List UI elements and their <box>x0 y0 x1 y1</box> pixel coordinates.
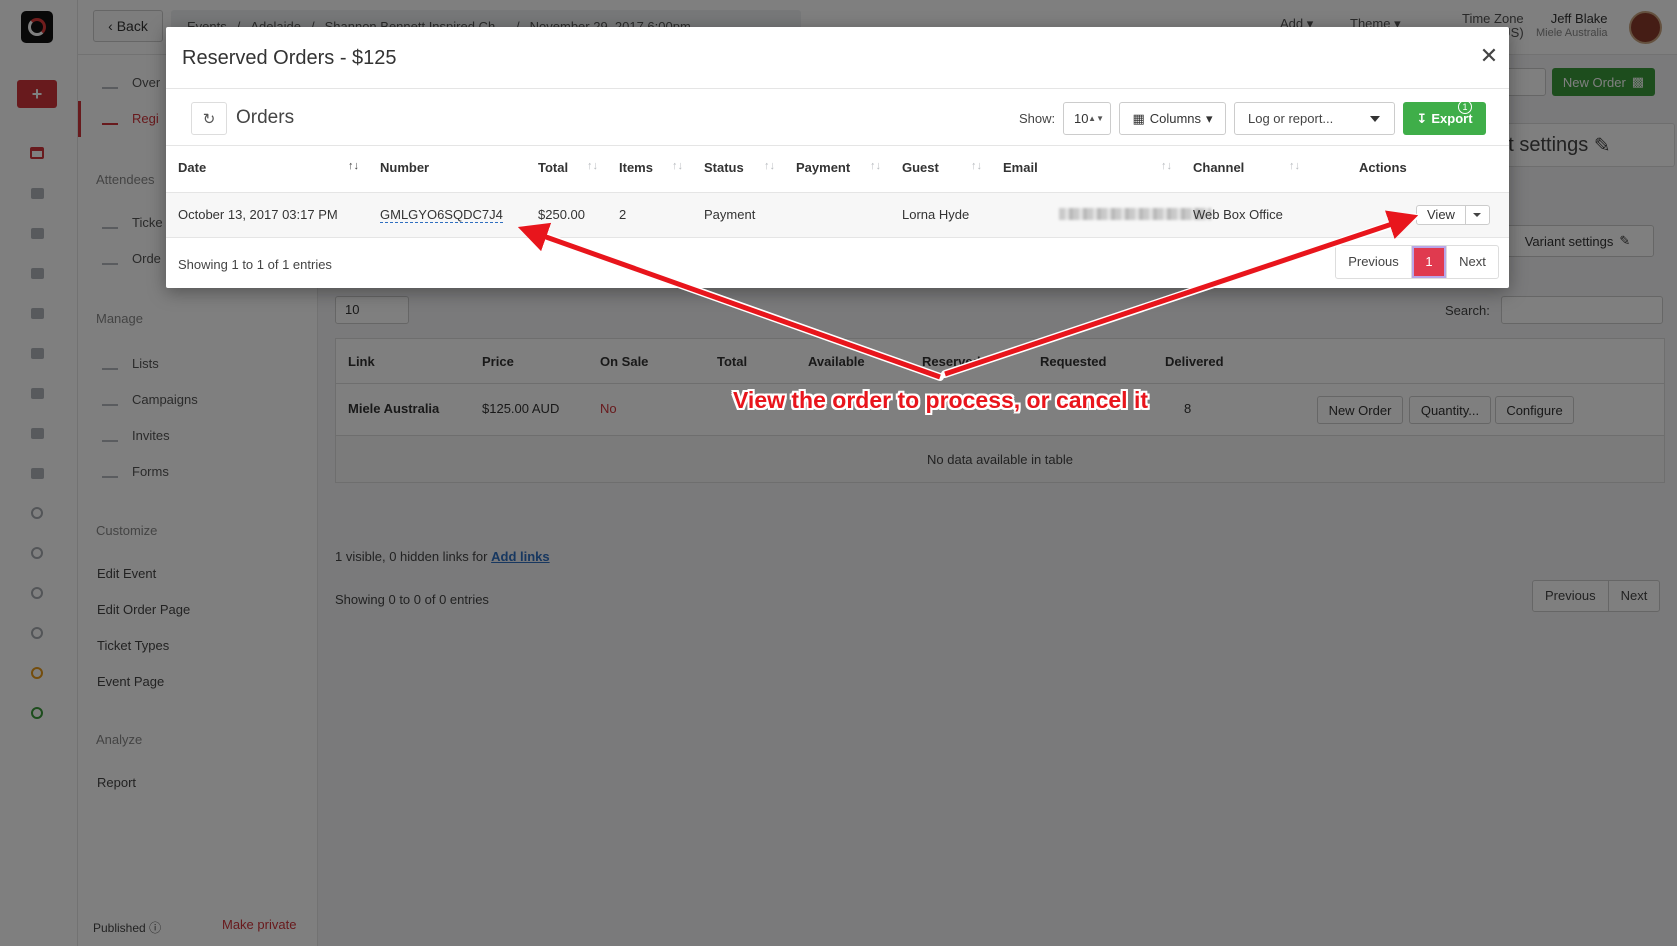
order-channel: Web Box Office <box>1193 207 1283 222</box>
log-report-select[interactable]: Log or report... <box>1234 102 1395 135</box>
next-page-button[interactable]: Next <box>1446 246 1498 278</box>
sort-icon[interactable]: ↑↓ <box>870 160 881 172</box>
sort-icon[interactable]: ↑↓ <box>764 160 775 172</box>
view-button-group: View <box>1416 205 1490 225</box>
sort-icon[interactable]: ↑↓ <box>587 160 598 172</box>
caret-down-icon: ▾ <box>1206 110 1213 126</box>
column-header-actions: Actions <box>1359 160 1407 175</box>
column-header-number[interactable]: Number <box>380 160 429 175</box>
column-header-channel[interactable]: Channel <box>1193 160 1244 175</box>
updown-icon: ▲▼ <box>1088 114 1104 123</box>
column-header-items[interactable]: Items <box>619 160 653 175</box>
sort-icon[interactable]: ↑↓ <box>672 160 683 172</box>
order-guest: Lorna Hyde <box>902 207 970 222</box>
column-header-payment[interactable]: Payment <box>796 160 850 175</box>
column-header-guest[interactable]: Guest <box>902 160 939 175</box>
order-number: GMLGYO6SQDC7J4 <box>380 207 503 223</box>
reserved-orders-modal: Reserved Orders - $125 ✕ ↻ Orders Show: … <box>166 27 1509 288</box>
table-icon: ▦ <box>1132 110 1145 126</box>
log-report-placeholder: Log or report... <box>1248 111 1334 126</box>
divider <box>166 145 1509 146</box>
page-size-value: 10 <box>1074 111 1089 126</box>
order-total: $250.00 <box>538 207 585 222</box>
column-header-date[interactable]: Date <box>178 160 206 175</box>
sort-icon[interactable]: ↑↓ <box>1161 160 1172 172</box>
sort-icon[interactable]: ↑↓ <box>971 160 982 172</box>
refresh-button[interactable]: ↻ <box>191 102 227 135</box>
divider <box>166 88 1509 89</box>
order-email-redacted <box>1059 208 1211 220</box>
order-date: October 13, 2017 03:17 PM <box>178 207 338 222</box>
modal-title: Reserved Orders - $125 <box>182 47 397 69</box>
column-header-email[interactable]: Email <box>1003 160 1038 175</box>
previous-page-button[interactable]: Previous <box>1336 246 1412 278</box>
sort-desc-icon[interactable]: ↑↓ <box>348 160 359 172</box>
column-header-status[interactable]: Status <box>704 160 744 175</box>
order-status: Payment <box>704 207 756 222</box>
order-items: 2 <box>619 207 627 222</box>
download-icon: ↧ <box>1416 110 1428 126</box>
close-icon[interactable]: ✕ <box>1477 43 1501 69</box>
annotation-label: View the order to process, or cancel it <box>733 387 1148 413</box>
view-button[interactable]: View <box>1417 206 1465 224</box>
orders-heading: Orders <box>236 107 295 128</box>
refresh-icon: ↻ <box>202 110 216 128</box>
columns-button[interactable]: ▦ Columns ▾ <box>1119 102 1226 135</box>
caret-down-icon <box>1370 116 1380 122</box>
current-page-button[interactable]: 1 <box>1412 246 1446 278</box>
entries-info: Showing 1 to 1 of 1 entries <box>178 257 332 272</box>
pagination: Previous 1 Next <box>1335 245 1499 279</box>
sort-icon[interactable]: ↑↓ <box>1289 160 1300 172</box>
action-dropdown-toggle[interactable] <box>1464 206 1489 224</box>
show-label: Show: <box>1019 111 1056 126</box>
columns-label: Columns <box>1149 111 1202 126</box>
page-size-select[interactable]: 10 ▲▼ <box>1063 102 1111 135</box>
caret-down-icon <box>1473 213 1482 217</box>
export-badge: 1 <box>1458 100 1472 114</box>
column-header-total[interactable]: Total <box>538 160 568 175</box>
order-number-link[interactable]: GMLGYO6SQDC7J4 <box>380 207 503 223</box>
table-row <box>166 192 1509 238</box>
export-button[interactable]: ↧ Export <box>1403 102 1486 135</box>
